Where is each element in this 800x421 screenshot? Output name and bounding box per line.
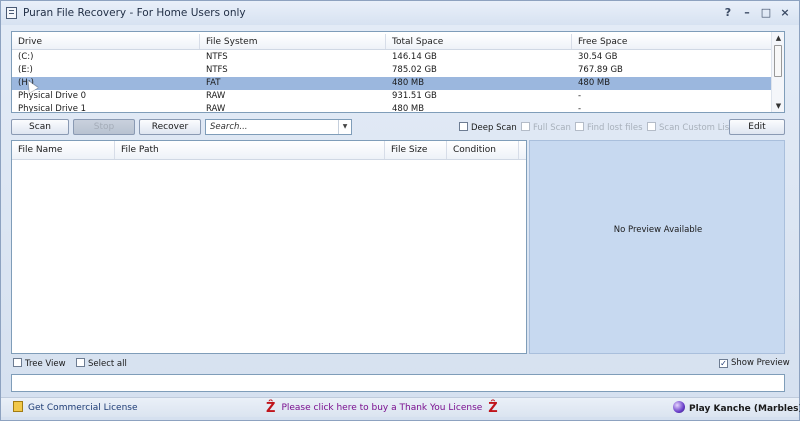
checkbox-box[interactable] — [13, 358, 22, 367]
drive-row-selected[interactable]: (H:) FAT 480 MB 480 MB — [12, 77, 772, 90]
show-preview-checkbox[interactable]: ✓ Show Preview — [719, 358, 790, 369]
title-bar: Puran File Recovery - For Home Users onl… — [1, 1, 799, 25]
drive-free-space: 767.89 GB — [578, 65, 623, 75]
drive-total-space: 480 MB — [392, 104, 425, 113]
commercial-license-link[interactable]: Get Commercial License — [13, 401, 138, 415]
full-scan-checkbox[interactable]: Full Scan — [521, 122, 571, 133]
status-field — [11, 374, 785, 392]
scroll-up-icon[interactable]: ▲ — [772, 32, 784, 44]
file-list-header: File Name File Path File Size Condition — [12, 141, 526, 160]
drive-list[interactable]: Drive File System Total Space Free Space… — [11, 31, 785, 113]
column-header-file-size[interactable]: File Size — [385, 141, 447, 159]
ribbon-icon: Ẑ — [266, 401, 276, 416]
drive-file-system: NTFS — [206, 65, 228, 75]
check-icon[interactable]: ✓ — [719, 359, 728, 368]
drive-row[interactable]: (E:) NTFS 785.02 GB 767.89 GB — [12, 64, 772, 77]
drive-name: Physical Drive 1 — [18, 104, 87, 113]
select-all-label: Select all — [88, 359, 127, 369]
checkbox-box[interactable] — [521, 122, 530, 131]
maximize-button[interactable]: □ — [758, 5, 774, 20]
marble-icon — [673, 401, 685, 413]
drive-name: Physical Drive 0 — [18, 91, 87, 101]
app-window: Puran File Recovery - For Home Users onl… — [0, 0, 800, 421]
drive-free-space: 480 MB — [578, 78, 611, 88]
drive-free-space: - — [578, 91, 582, 101]
drive-row[interactable]: Physical Drive 0 RAW 931.51 GB - — [12, 90, 772, 103]
thank-you-license-link[interactable]: Ẑ Please click here to buy a Thank You Li… — [266, 401, 498, 416]
drive-file-system: NTFS — [206, 52, 228, 62]
scroll-thumb[interactable] — [774, 45, 782, 77]
search-input[interactable] — [206, 120, 338, 134]
checkbox-box[interactable] — [647, 122, 656, 131]
license-icon — [13, 401, 23, 412]
column-header-drive[interactable]: Drive — [12, 34, 200, 49]
preview-pane: No Preview Available — [529, 140, 785, 354]
window-title: Puran File Recovery - For Home Users onl… — [23, 7, 246, 19]
full-scan-label: Full Scan — [533, 123, 571, 133]
scan-custom-list-checkbox[interactable]: Scan Custom List — [647, 122, 733, 133]
deep-scan-label: Deep Scan — [471, 123, 517, 133]
drive-row[interactable]: (C:) NTFS 146.14 GB 30.54 GB — [12, 51, 772, 64]
minimize-button[interactable]: – — [739, 5, 755, 20]
ribbon-icon: Ẑ — [488, 401, 498, 416]
checkbox-box[interactable] — [575, 122, 584, 131]
help-button[interactable]: ? — [720, 5, 736, 20]
show-preview-label: Show Preview — [731, 358, 790, 368]
scan-button[interactable]: Scan — [11, 119, 69, 135]
play-marbles-label: Play Kanche (Marbles) — [689, 404, 800, 414]
drive-free-space: - — [578, 104, 582, 113]
recover-button[interactable]: Recover — [139, 119, 201, 135]
drive-name: (E:) — [18, 65, 33, 75]
drive-total-space: 146.14 GB — [392, 52, 437, 62]
drive-list-header: Drive File System Total Space Free Space — [12, 34, 772, 50]
drive-total-space: 931.51 GB — [392, 91, 437, 101]
find-lost-files-label: Find lost files — [587, 123, 643, 133]
drive-total-space: 785.02 GB — [392, 65, 437, 75]
app-icon — [6, 7, 17, 19]
chevron-down-icon[interactable]: ▼ — [338, 120, 351, 134]
drive-name: (C:) — [18, 52, 34, 62]
deep-scan-checkbox[interactable]: Deep Scan — [459, 122, 517, 133]
drive-file-system: RAW — [206, 104, 226, 113]
file-list[interactable]: File Name File Path File Size Condition — [11, 140, 527, 354]
column-header-file-path[interactable]: File Path — [115, 141, 385, 159]
file-list-body[interactable] — [12, 160, 526, 353]
close-button[interactable]: × — [777, 5, 793, 20]
commercial-license-label: Get Commercial License — [28, 403, 138, 413]
drive-list-scrollbar[interactable]: ▲ ▼ — [771, 32, 784, 112]
tree-view-checkbox[interactable]: Tree View — [13, 358, 66, 369]
column-header-free-space[interactable]: Free Space — [572, 34, 772, 49]
drive-row[interactable]: Physical Drive 1 RAW 480 MB - — [12, 103, 772, 113]
stop-button[interactable]: Stop — [73, 119, 135, 135]
select-all-checkbox[interactable]: Select all — [76, 358, 127, 369]
column-header-total-space[interactable]: Total Space — [386, 34, 572, 49]
tree-view-label: Tree View — [25, 359, 66, 369]
drive-free-space: 30.54 GB — [578, 52, 618, 62]
drive-file-system: FAT — [206, 78, 221, 88]
find-lost-files-checkbox[interactable]: Find lost files — [575, 122, 643, 133]
scan-custom-list-label: Scan Custom List — [659, 123, 733, 133]
drive-file-system: RAW — [206, 91, 226, 101]
column-header-file-name[interactable]: File Name — [12, 141, 115, 159]
column-header-file-system[interactable]: File System — [200, 34, 386, 49]
drive-name: (H:) — [18, 78, 34, 88]
checkbox-box[interactable] — [459, 122, 468, 131]
scroll-down-icon[interactable]: ▼ — [772, 100, 784, 112]
footer-bar: Get Commercial License Ẑ Please click her… — [1, 397, 800, 417]
drive-total-space: 480 MB — [392, 78, 425, 88]
preview-message: No Preview Available — [613, 225, 703, 235]
thank-you-license-label: Please click here to buy a Thank You Lic… — [281, 403, 483, 413]
column-header-condition[interactable]: Condition — [447, 141, 519, 159]
checkbox-box[interactable] — [76, 358, 85, 367]
edit-button[interactable]: Edit — [729, 119, 785, 135]
search-combobox[interactable]: ▼ — [205, 119, 352, 135]
play-marbles-link[interactable]: Play Kanche (Marbles) — [673, 401, 800, 415]
